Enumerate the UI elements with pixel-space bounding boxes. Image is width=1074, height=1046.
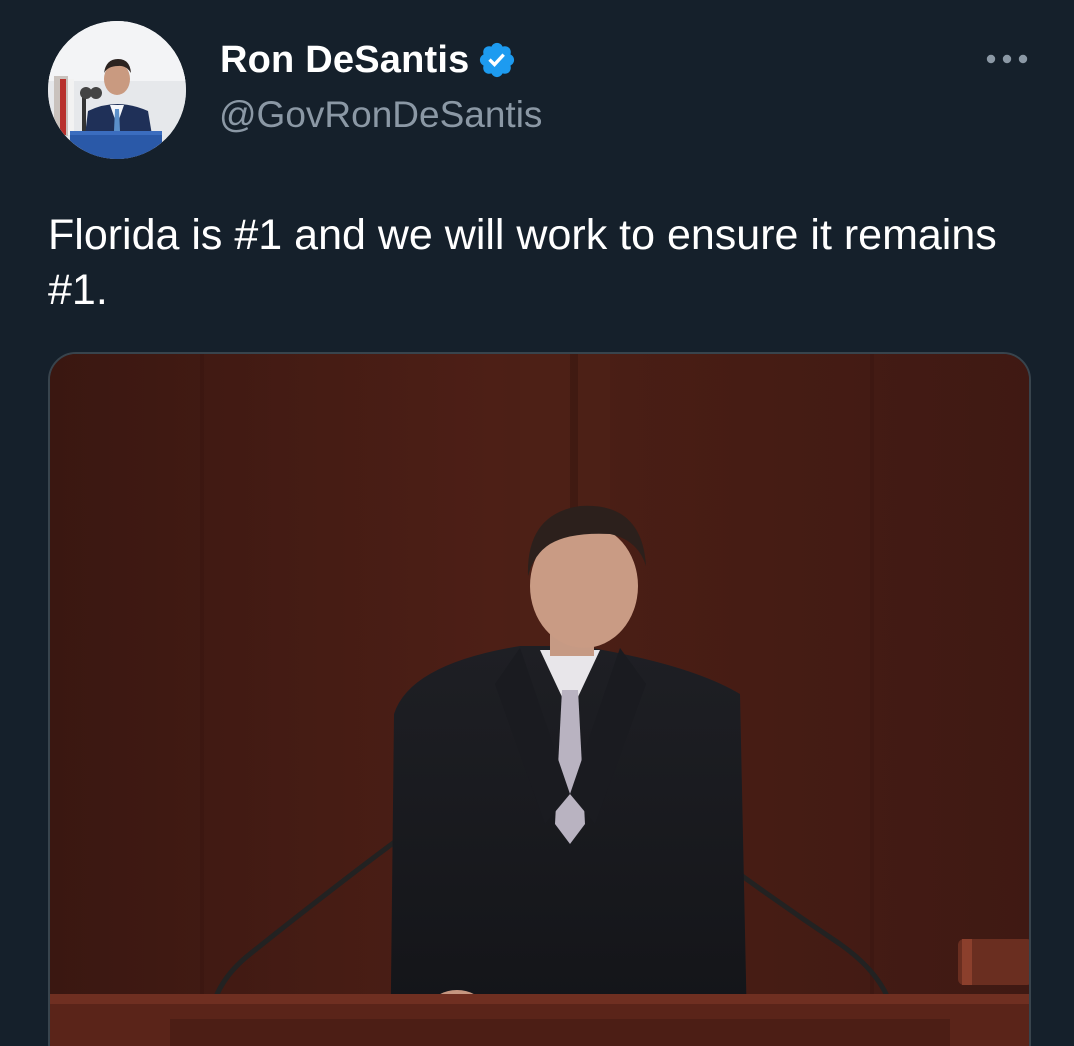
photo-icon — [50, 354, 1029, 1046]
author-name-row[interactable]: Ron DeSantis — [220, 36, 517, 84]
more-horizontal-icon[interactable] — [982, 44, 1032, 74]
tweet-text: Florida is #1 and we will work to ensure… — [48, 211, 997, 314]
author-display-name[interactable]: Ron DeSantis — [220, 39, 469, 82]
author-handle[interactable]: @GovRonDeSantis — [219, 94, 542, 136]
verified-badge-icon — [477, 40, 517, 80]
avatar[interactable] — [48, 21, 186, 159]
tweet-media[interactable] — [48, 352, 1031, 1046]
tweet-card[interactable]: Ron DeSantis @GovRonDeSantis Florida is … — [0, 0, 1074, 1046]
avatar-image — [48, 21, 186, 159]
